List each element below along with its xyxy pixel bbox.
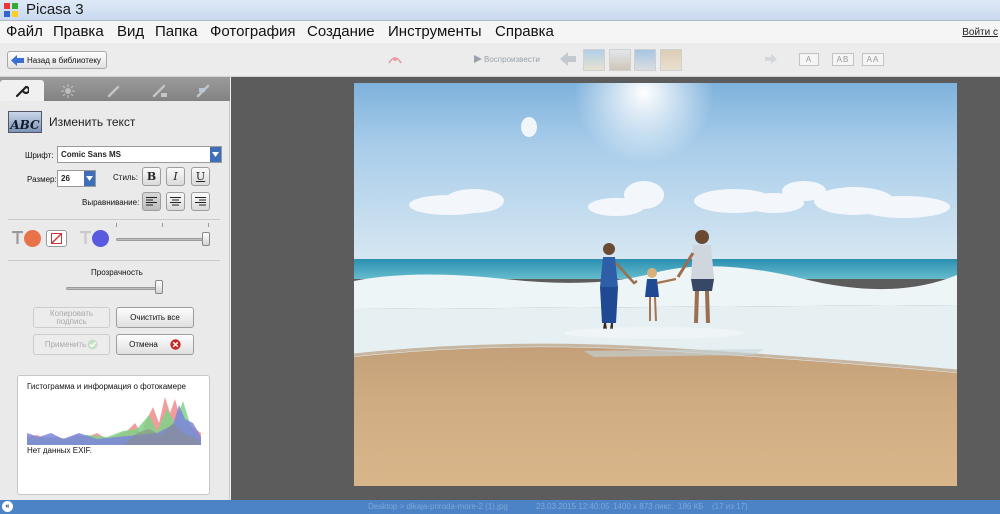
italic-button[interactable]: I	[166, 167, 185, 186]
filmstrip-thumb[interactable]	[583, 49, 605, 71]
alignment-label: Выравнивание:	[82, 198, 140, 207]
back-to-library-label: Назад в библиотеку	[27, 55, 101, 65]
apply-label: Применить	[44, 339, 87, 349]
title-bar: Picasa 3	[0, 0, 1000, 21]
text-tool-header: ABC Изменить текст	[8, 110, 208, 134]
brush-icon	[196, 84, 210, 97]
no-fill-button[interactable]	[46, 230, 67, 247]
status-dimensions: 1400 x 873 пикс.	[613, 502, 674, 511]
histogram-title: Гистограмма и информация о фотокамере	[27, 382, 186, 391]
font-value: Comic Sans MS	[61, 150, 122, 159]
text-tool-icon: ABC	[8, 111, 42, 133]
align-right-icon	[195, 197, 206, 206]
back-to-library-button[interactable]: Назад в библиотеку	[7, 51, 107, 69]
transparency-label: Прозрачность	[91, 268, 143, 277]
slideshow-button[interactable]: Воспроизвести	[484, 55, 540, 64]
size-label: Размер:	[27, 175, 57, 184]
menu-file[interactable]: Файл	[6, 23, 43, 40]
section-title: Изменить текст	[49, 115, 136, 129]
no-fill-icon	[51, 233, 62, 244]
text-color-swatch[interactable]	[24, 230, 41, 247]
back-arrow-icon	[11, 54, 24, 66]
align-left-button[interactable]	[142, 192, 161, 211]
tab-effects-3[interactable]	[182, 80, 226, 101]
picasa-logo-icon	[4, 3, 18, 17]
tab-effects-1[interactable]	[92, 80, 136, 101]
collapse-panel-icon[interactable]: «	[2, 501, 13, 512]
menu-folder[interactable]: Папка	[155, 23, 197, 40]
wrench-icon	[15, 85, 29, 97]
tab-effects-2[interactable]	[138, 80, 182, 101]
align-left-icon	[146, 197, 157, 206]
text-color-icon	[12, 231, 23, 244]
transparency-slider-thumb[interactable]	[155, 280, 163, 294]
close-icon	[170, 339, 181, 350]
style-label: Стиль:	[113, 173, 138, 182]
outline-width-slider-thumb[interactable]	[202, 232, 210, 246]
menu-help[interactable]: Справка	[495, 23, 554, 40]
outline-width-slider[interactable]	[116, 238, 210, 241]
size-value: 26	[61, 174, 70, 183]
tab-basic-fixes[interactable]	[0, 80, 44, 101]
signin-link[interactable]: Войти с	[962, 27, 998, 38]
divider	[8, 260, 220, 261]
exif-info: Нет данных EXIF.	[27, 446, 92, 455]
chevron-down-icon	[84, 171, 95, 186]
menu-bar: Файл Правка Вид Папка Фотография Создани…	[0, 21, 1000, 43]
align-center-icon	[170, 197, 181, 206]
sun-icon	[61, 83, 75, 98]
align-center-button[interactable]	[166, 192, 185, 211]
menu-edit[interactable]: Правка	[53, 23, 104, 40]
status-path: Desktop > dikaja-priroda-more-2 (1).jpg	[368, 502, 508, 511]
font-dropdown[interactable]: Comic Sans MS	[57, 146, 222, 163]
filmstrip-thumb[interactable]	[609, 49, 631, 71]
outline-color-icon	[80, 231, 91, 244]
align-right-button[interactable]	[191, 192, 210, 211]
cancel-label: Отмена	[129, 339, 158, 349]
bold-button[interactable]: B	[142, 167, 161, 186]
size-dropdown[interactable]: 26	[57, 170, 96, 187]
filmstrip-thumb[interactable]	[634, 49, 656, 71]
divider	[8, 219, 220, 220]
transparency-slider[interactable]	[66, 287, 163, 290]
checkmark-icon	[87, 339, 98, 350]
outline-slider-ticks	[116, 223, 212, 228]
filmstrip-thumb[interactable]	[660, 49, 682, 71]
copy-caption-button[interactable]: Копировать подпись	[33, 307, 110, 328]
status-datetime: 23.03.2015 12:40:05	[536, 502, 610, 511]
status-position: (17 из 17)	[712, 502, 748, 511]
apply-button[interactable]: Применить	[33, 334, 110, 355]
caption-size-large-button[interactable]: AA	[862, 53, 884, 66]
menu-create[interactable]: Создание	[307, 23, 375, 40]
photo-preview[interactable]	[354, 83, 957, 486]
edit-tabs	[0, 77, 230, 101]
beach-photo-image	[354, 83, 957, 486]
histogram-graph	[27, 397, 201, 445]
histogram-panel: Гистограмма и информация о фотокамере Не…	[17, 375, 210, 495]
status-filesize: 186 КБ	[678, 502, 704, 511]
underline-button[interactable]: U	[191, 167, 210, 186]
cancel-button[interactable]: Отмена	[116, 334, 194, 355]
edit-panel: ABC Изменить текст Шрифт: Comic Sans MS …	[0, 77, 230, 500]
menu-photo[interactable]: Фотография	[210, 23, 295, 40]
status-bar: « Desktop > dikaja-priroda-more-2 (1).jp…	[0, 500, 1000, 514]
menu-view[interactable]: Вид	[117, 23, 144, 40]
caption-size-small-button[interactable]: A	[799, 53, 819, 66]
next-icon[interactable]	[765, 54, 777, 64]
font-label: Шрифт:	[25, 151, 54, 160]
caption-size-medium-button[interactable]: AB	[832, 53, 854, 66]
window-title: Picasa 3	[26, 1, 84, 18]
play-icon	[474, 55, 482, 63]
photo-canvas	[231, 77, 1000, 500]
previous-icon[interactable]	[560, 52, 576, 66]
redeye-icon[interactable]	[388, 53, 402, 65]
brush-icon	[107, 85, 120, 97]
menu-tools[interactable]: Инструменты	[388, 23, 482, 40]
clear-all-button[interactable]: Очистить все	[116, 307, 194, 328]
outline-color-swatch[interactable]	[92, 230, 109, 247]
brush-icon	[152, 84, 167, 97]
chevron-down-icon	[210, 147, 221, 162]
tab-tuning[interactable]	[46, 80, 90, 101]
